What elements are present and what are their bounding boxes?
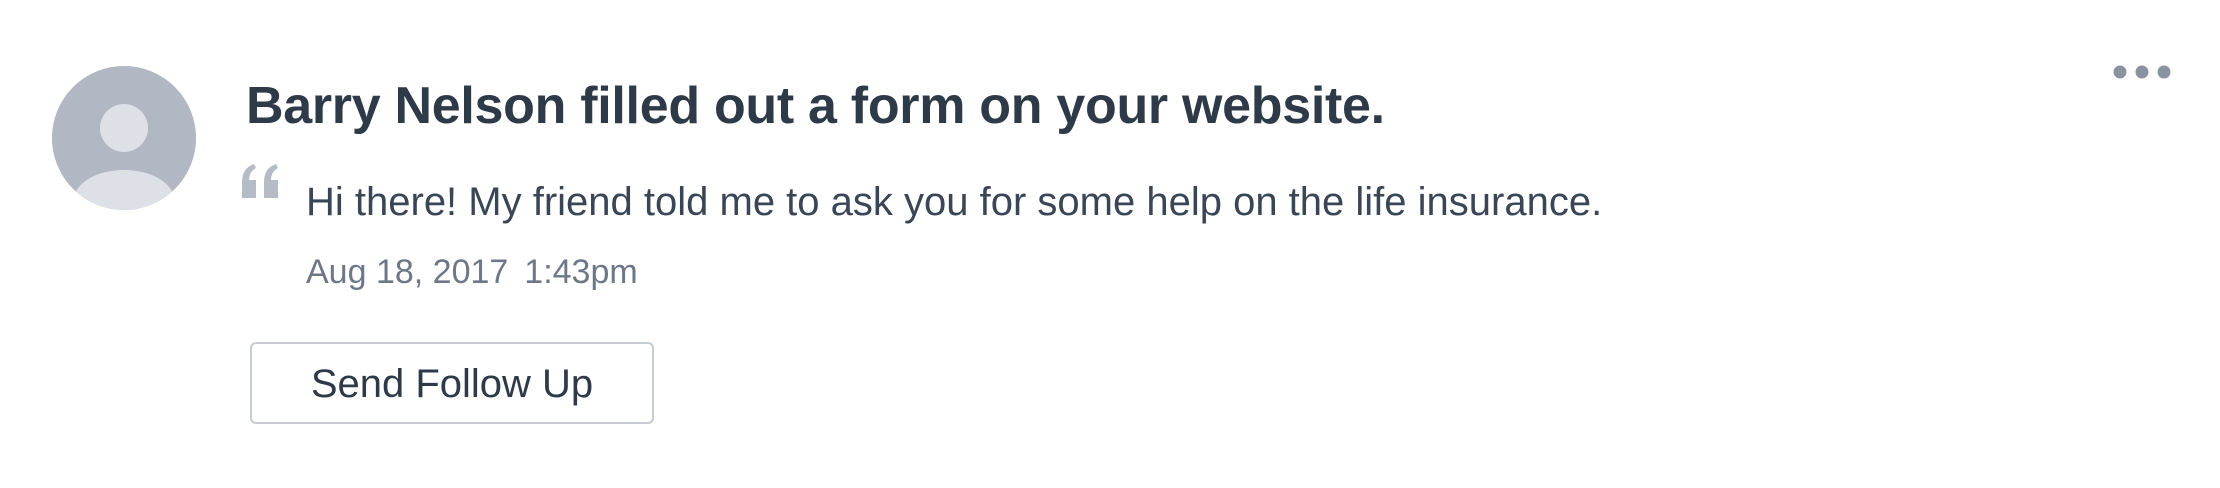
quote-icon — [242, 164, 278, 198]
activity-description: filled out a form on your website. — [580, 77, 1385, 135]
activity-headline: Barry Nelson filled out a form on your w… — [246, 72, 1385, 140]
more-options-button[interactable] — [2110, 54, 2174, 90]
user-silhouette-icon — [52, 66, 196, 210]
contact-name-link[interactable]: Barry Nelson — [246, 77, 566, 135]
activity-timestamp: Aug 18, 2017 1:43pm — [306, 250, 638, 294]
activity-date: Aug 18, 2017 — [306, 253, 509, 291]
form-message-text: Hi there! My friend told me to ask you f… — [306, 180, 1603, 224]
activity-time: 1:43pm — [524, 253, 638, 291]
more-horizontal-icon — [2113, 65, 2171, 79]
send-follow-up-button[interactable]: Send Follow Up — [250, 342, 654, 424]
contact-avatar[interactable] — [52, 66, 196, 210]
